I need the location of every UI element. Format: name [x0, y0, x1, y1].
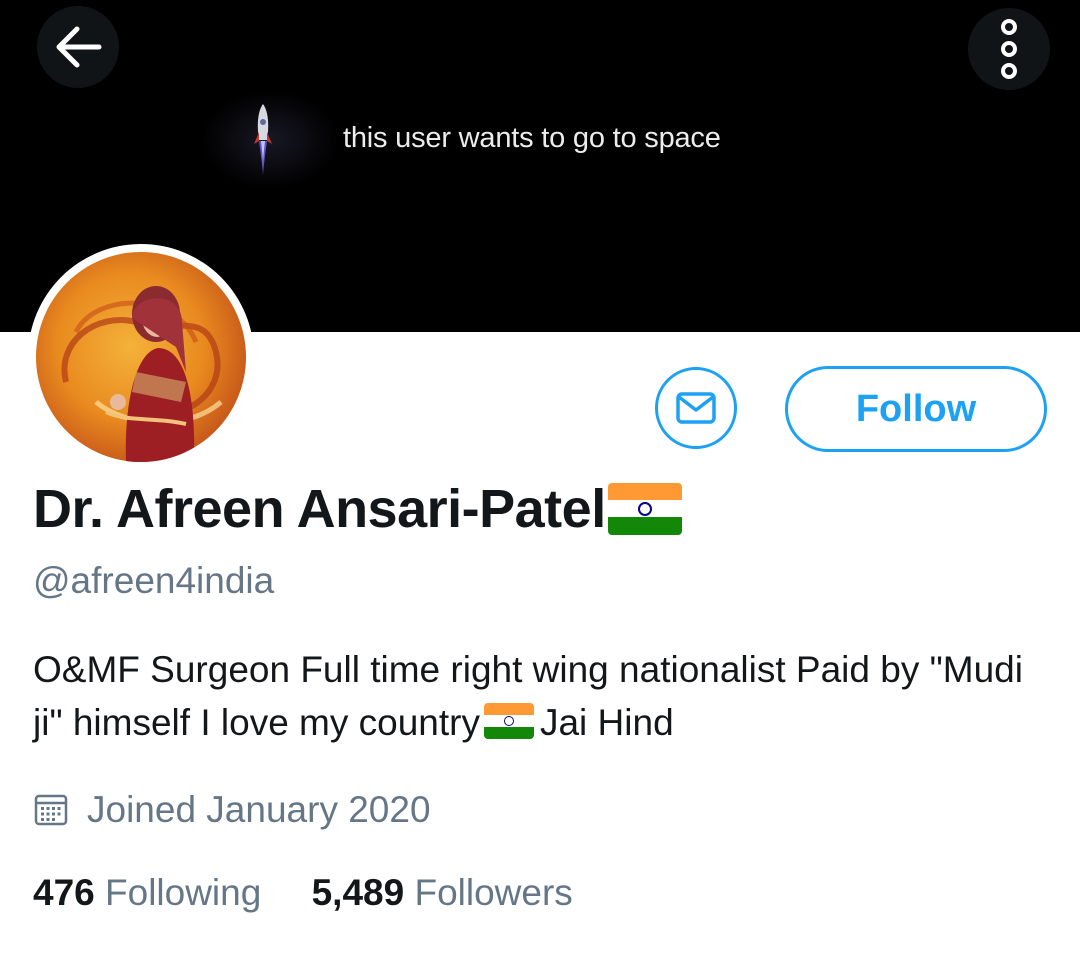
rocket-icon [254, 104, 272, 176]
following-link[interactable]: 476 Following [33, 872, 261, 914]
followers-label: Followers [414, 872, 573, 913]
message-button[interactable] [655, 367, 737, 449]
profile-name-text: Dr. Afreen Ansari-Patel [33, 479, 606, 539]
more-options-button[interactable] [968, 8, 1050, 90]
followers-link[interactable]: 5,489 Followers [312, 872, 573, 914]
bio-text-end: Jai Hind [539, 702, 674, 743]
more-vertical-icon [1001, 19, 1017, 79]
following-label: Following [105, 872, 262, 913]
profile-bio: O&MF Surgeon Full time right wing nation… [33, 643, 1043, 749]
flag-india-icon [483, 703, 534, 740]
followers-count: 5,489 [311, 872, 405, 913]
join-date: Joined January 2020 [33, 788, 431, 832]
profile-stats: 476 Following 5,489 Followers [33, 872, 573, 914]
avatar-frame [28, 244, 254, 470]
flag-india-icon [607, 482, 682, 535]
following-count: 476 [33, 872, 95, 913]
banner-text: this user wants to go to space [343, 122, 721, 154]
join-date-text: Joined January 2020 [87, 789, 431, 830]
avatar[interactable] [36, 252, 246, 462]
profile-handle: @afreen4india [33, 560, 275, 601]
profile-name: Dr. Afreen Ansari-Patel [33, 478, 682, 540]
envelope-icon [676, 392, 716, 424]
calendar-icon [34, 794, 68, 826]
follow-button[interactable]: Follow [785, 366, 1047, 452]
back-button[interactable] [37, 6, 119, 88]
arrow-left-icon [56, 26, 102, 68]
avatar-illustration [61, 286, 223, 462]
